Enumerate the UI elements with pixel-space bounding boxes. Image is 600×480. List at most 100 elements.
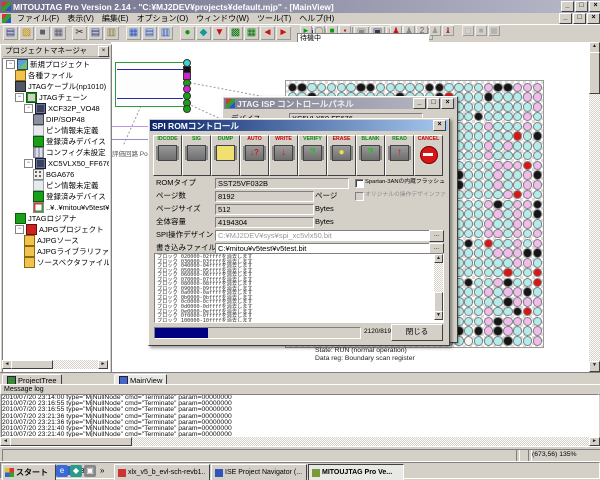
bga-pin[interactable]	[484, 248, 494, 258]
tree-item[interactable]: ピン情報未定義	[3, 180, 109, 191]
scroll-thumb[interactable]	[434, 292, 443, 312]
tree-item[interactable]: −XC5VLX50_FF676	[3, 158, 109, 169]
bga-pin[interactable]	[484, 326, 494, 336]
bga-pin[interactable]	[346, 83, 356, 93]
tree-item[interactable]: −XCF32P_VO48	[3, 103, 109, 114]
spi-log-listbox[interactable]: ブロック 020000-02ffffを消去しますブロック 030000-03ff…	[154, 253, 444, 323]
bga-pin[interactable]	[484, 122, 494, 132]
bga-pin[interactable]	[503, 209, 513, 219]
bga-pin[interactable]	[484, 297, 494, 307]
bga-pin[interactable]	[503, 278, 513, 288]
bga-pin[interactable]	[464, 336, 474, 346]
tree-expander-icon[interactable]: −	[24, 159, 33, 168]
bga-pin[interactable]	[493, 190, 503, 200]
tree-item[interactable]: 登録済みデバイス	[3, 191, 109, 202]
bga-pin[interactable]	[493, 112, 503, 122]
bga-pin[interactable]	[523, 336, 533, 346]
bga-pin[interactable]	[484, 131, 494, 141]
idcode-button[interactable]: IDCODE	[153, 135, 182, 176]
bga-pin[interactable]	[503, 190, 513, 200]
bga-pin[interactable]	[513, 83, 523, 93]
bga-pin[interactable]	[513, 102, 523, 112]
scroll-thumb[interactable]	[589, 52, 600, 94]
scroll-up-icon[interactable]: ▲	[434, 254, 443, 263]
bga-pin[interactable]	[523, 258, 533, 268]
bga-pin[interactable]	[503, 219, 513, 229]
tree-expander-icon[interactable]: −	[6, 60, 15, 69]
disabled3-icon[interactable]: ▦	[488, 25, 500, 36]
bga-pin[interactable]	[533, 170, 543, 180]
bga-pin[interactable]	[503, 131, 513, 141]
spi-close-button[interactable]: 閉じる	[391, 324, 443, 341]
menu-item[interactable]: 表示(V)	[63, 13, 98, 24]
bga-pin[interactable]	[523, 278, 533, 288]
bga-pin[interactable]	[513, 219, 523, 229]
page-count-field[interactable]: 8192	[215, 191, 314, 202]
bga-pin[interactable]	[513, 170, 523, 180]
bga-pin[interactable]	[533, 209, 543, 219]
bga-pin[interactable]	[503, 326, 513, 336]
bga-pin[interactable]	[493, 297, 503, 307]
menu-item[interactable]: オプション(O)	[133, 13, 193, 24]
media-icon[interactable]: ▣	[84, 465, 96, 477]
bga-pin[interactable]	[464, 278, 474, 288]
desktop-icon[interactable]: ◆	[70, 465, 82, 477]
pin-right-icon[interactable]: ►	[276, 26, 291, 40]
bga-pin[interactable]	[464, 209, 474, 219]
bga-pin[interactable]	[533, 268, 543, 278]
bga-pin[interactable]	[533, 83, 543, 93]
bga-pin[interactable]	[484, 278, 494, 288]
task-button[interactable]: MITOUJTAG Pro Ve...	[308, 464, 404, 480]
bell-icon[interactable]: ♝	[442, 25, 454, 36]
bga-pin[interactable]	[513, 209, 523, 219]
bga-pin[interactable]	[503, 141, 513, 151]
bga-pin[interactable]	[503, 258, 513, 268]
message-log-list[interactable]: 2010/07/20 23:14:00 type="MjNullNode" cm…	[1, 394, 599, 438]
stamp-gray2-icon[interactable]: ♟	[429, 25, 441, 36]
original-design-checkbox[interactable]	[355, 192, 364, 201]
tree-item[interactable]: −JTAGチェーン	[3, 92, 109, 103]
scroll-down-icon[interactable]: ▼	[589, 361, 600, 372]
scroll-right-icon[interactable]: ►	[98, 360, 108, 369]
isp-minimize-button[interactable]: _	[413, 98, 426, 109]
bga-pin[interactable]	[503, 151, 513, 161]
bga-pin[interactable]	[474, 229, 484, 239]
bga-pin[interactable]	[474, 190, 484, 200]
bga-pin[interactable]	[503, 307, 513, 317]
menu-item[interactable]: ヘルプ(H)	[295, 13, 338, 24]
bga-pin[interactable]	[474, 122, 484, 132]
bga-pin[interactable]	[493, 170, 503, 180]
bga-pin[interactable]	[474, 83, 484, 93]
bga-pin[interactable]	[493, 248, 503, 258]
bga-pin[interactable]	[493, 229, 503, 239]
bga-pin[interactable]	[503, 102, 513, 112]
bga-pin[interactable]	[493, 141, 503, 151]
bga-pin[interactable]	[533, 131, 543, 141]
bga-pin[interactable]	[464, 317, 474, 327]
mainview-vscrollbar[interactable]: ▲ ▼	[589, 42, 600, 372]
bga-pin[interactable]	[464, 102, 474, 112]
bga-pin[interactable]	[464, 239, 474, 249]
bga-pin[interactable]	[484, 336, 494, 346]
bga-pin[interactable]	[523, 200, 533, 210]
bga-pin[interactable]	[464, 92, 474, 102]
bga-pin[interactable]	[474, 336, 484, 346]
bga-pin[interactable]	[503, 336, 513, 346]
tree-expander-icon[interactable]: −	[15, 225, 24, 234]
bga-pin[interactable]	[484, 170, 494, 180]
bga-pin[interactable]	[474, 297, 484, 307]
tree-item[interactable]: BGA676	[3, 169, 109, 180]
bga-pin[interactable]	[523, 209, 533, 219]
scroll-thumb[interactable]	[11, 360, 53, 369]
bga-pin[interactable]	[503, 287, 513, 297]
bga-pin[interactable]	[533, 278, 543, 288]
bga-pin[interactable]	[523, 268, 533, 278]
bga-pin[interactable]	[513, 287, 523, 297]
mdi-minimize-button[interactable]: _	[559, 13, 572, 24]
bga-pin[interactable]	[503, 229, 513, 239]
bga-pin[interactable]	[493, 161, 503, 171]
bga-pin[interactable]	[523, 122, 533, 132]
bga-pin[interactable]	[513, 229, 523, 239]
tree-item[interactable]: AJPGソース	[3, 235, 109, 246]
bga-pin[interactable]	[474, 170, 484, 180]
